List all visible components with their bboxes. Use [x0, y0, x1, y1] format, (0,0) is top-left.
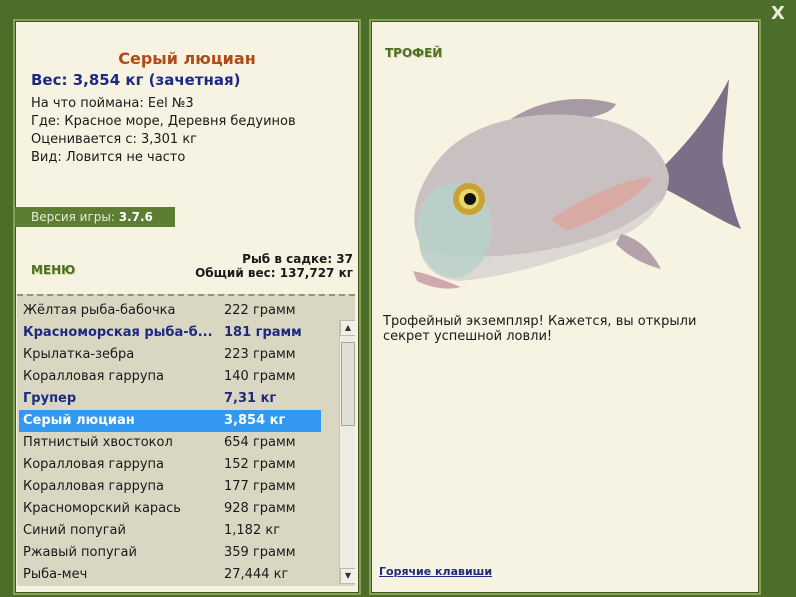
list-item[interactable]: Крылатка-зебра 223 грамм: [19, 344, 321, 366]
arrow-up-icon[interactable]: ▲: [340, 320, 355, 336]
fish-name: Пятнистый хвостокол: [23, 435, 173, 450]
menu-button[interactable]: МЕНЮ: [31, 263, 75, 277]
fish-weight: 222 грамм: [224, 303, 296, 318]
fish-name: Крылатка-зебра: [23, 347, 135, 362]
scrollbar-thumb[interactable]: [341, 342, 355, 426]
list-item[interactable]: Серый люциан 3,854 кг: [19, 410, 321, 432]
list-item[interactable]: Коралловая гаррупа 152 грамм: [19, 454, 321, 476]
list-item[interactable]: Красноморский карась 928 грамм: [19, 498, 321, 520]
list-item[interactable]: Групер 7,31 кг: [19, 388, 321, 410]
fish-name: Рыба-меч: [23, 567, 88, 582]
total-weight-text: Общий вес: 137,727 кг: [195, 266, 353, 280]
trophy-label: ТРОФЕЙ: [385, 46, 443, 60]
list-item[interactable]: Жёлтая рыба-бабочка 222 грамм: [19, 300, 321, 322]
fish-weight: 223 грамм: [224, 347, 296, 362]
fish-count-text: Рыб в садке: 37: [242, 252, 353, 266]
fish-weight: 177 грамм: [224, 479, 296, 494]
fish-name: Жёлтая рыба-бабочка: [23, 303, 176, 318]
caught-with-text: На что поймана: Eel №3: [31, 96, 194, 111]
close-button[interactable]: X: [769, 4, 787, 24]
list-item[interactable]: Рыба-меч 27,444 кг: [19, 564, 321, 586]
fish-name: Синий попугай: [23, 523, 126, 538]
fish-name: Коралловая гаррупа: [23, 457, 165, 472]
fish-name: Коралловая гаррупа: [23, 479, 165, 494]
fish-name: Красноморская рыба-б...: [23, 325, 213, 340]
fish-name: Коралловая гаррупа: [23, 369, 165, 384]
fish-name: Красноморский карась: [23, 501, 181, 516]
species-text: Вид: Ловится не часто: [31, 150, 186, 165]
fish-weight: 654 грамм: [224, 435, 296, 450]
fish-name: Ржавый попугай: [23, 545, 137, 560]
list-item[interactable]: Синий попугай 1,182 кг: [19, 520, 321, 542]
version-label: Версия игры:: [31, 210, 115, 224]
fish-weight: 152 грамм: [224, 457, 296, 472]
fish-name: Групер: [23, 391, 77, 406]
list-item[interactable]: Красноморская рыба-б... 181 грамм: [19, 322, 321, 344]
list-item[interactable]: Пятнистый хвостокол 654 грамм: [19, 432, 321, 454]
fish-name: Серый люциан: [23, 413, 135, 428]
fish-weight: 3,854 кг: [224, 413, 286, 428]
fish-weight: 928 грамм: [224, 501, 296, 516]
list-item[interactable]: Коралловая гаррупа 140 грамм: [19, 366, 321, 388]
fish-weight: 140 грамм: [224, 369, 296, 384]
estimate-text: Оценивается с: 3,301 кг: [31, 132, 198, 147]
fish-details: На что поймана: Eel №3 Где: Красное море…: [31, 95, 296, 167]
version-value: 3.7.6: [118, 210, 153, 224]
list-item[interactable]: Коралловая гаррупа 177 грамм: [19, 476, 321, 498]
fish-name-title: Серый люциан: [118, 49, 256, 68]
location-text: Где: Красное море, Деревня бедуинов: [31, 114, 296, 129]
fish-weight: 1,182 кг: [224, 523, 281, 538]
catch-list: Жёлтая рыба-бабочка 222 грамм Красноморска…: [17, 294, 355, 586]
fish-weight: 27,444 кг: [224, 567, 289, 582]
hotkeys-link[interactable]: Горячие клавиши: [379, 565, 492, 578]
trophy-panel: ТРОФЕЙ Трофейный экземпляр! Кажется, вы …: [369, 19, 761, 595]
catch-stats: Рыб в садке: 37 Общий вес: 137,727 кг: [195, 252, 353, 280]
fish-weight: 181 грамм: [224, 325, 302, 340]
trophy-description: Трофейный экземпляр! Кажется, вы открыли…: [383, 314, 697, 344]
arrow-down-icon[interactable]: ▼: [340, 568, 355, 584]
game-version-bar: Версия игры: 3.7.6: [15, 207, 175, 227]
list-item[interactable]: Ржавый попугай 359 грамм: [19, 542, 321, 564]
catch-list-scrollbar[interactable]: ▲ ▼: [339, 320, 355, 584]
fish-image: [413, 79, 741, 289]
fish-weight: 359 грамм: [224, 545, 296, 560]
fish-weight: 7,31 кг: [224, 391, 277, 406]
fish-info-panel: Серый люциан Вес: 3,854 кг (зачетная) На…: [13, 19, 361, 595]
fish-weight: Вес: 3,854 кг (зачетная): [31, 71, 241, 89]
